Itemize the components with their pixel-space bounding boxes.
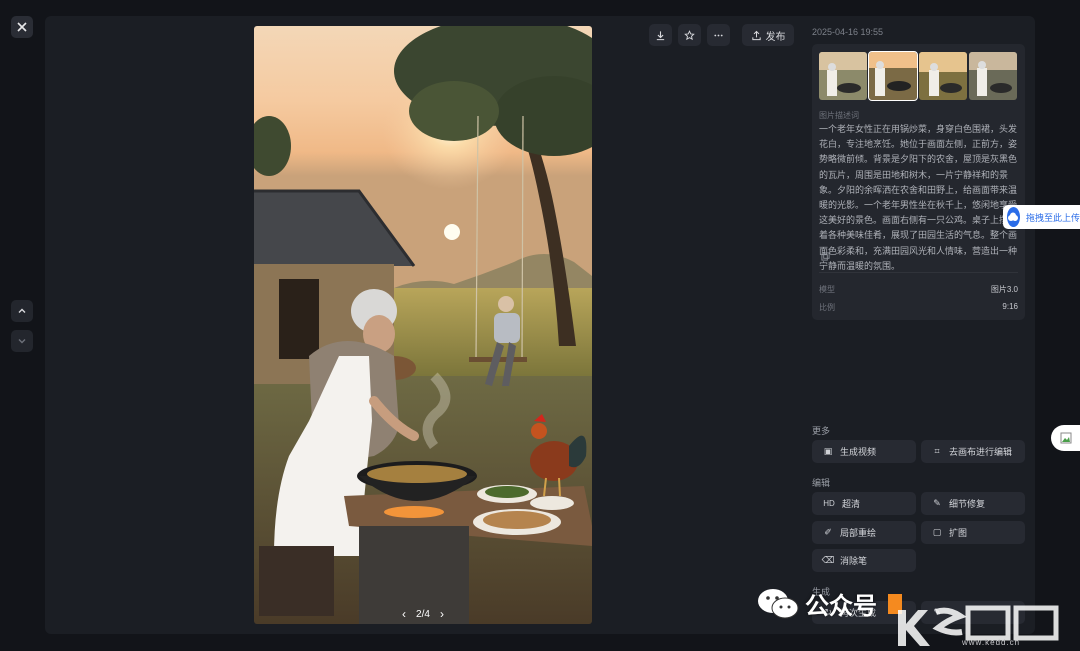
image-icon	[1060, 432, 1071, 444]
ratio-row: 比例 9:16	[819, 302, 1018, 313]
model-value: 图片3.0	[990, 285, 1018, 294]
thumbnail-3[interactable]	[919, 52, 967, 100]
video-icon: ▣	[823, 446, 833, 456]
partial-redraw-label: 局部重绘	[840, 528, 877, 538]
timestamp: 2025-04-16 19:55	[812, 27, 884, 37]
hd-label: 超清	[842, 499, 861, 509]
more-options-button[interactable]	[707, 24, 730, 46]
generated-image[interactable]: ‹ 2/4 ›	[254, 26, 592, 624]
model-label: 模型	[819, 285, 835, 294]
description-label: 图片描述词	[819, 111, 859, 120]
ratio-label: 比例	[819, 303, 835, 312]
download-icon	[656, 30, 665, 40]
close-icon	[17, 22, 27, 32]
next-image-button[interactable]	[11, 330, 33, 352]
generate-video-label: 生成视频	[840, 447, 877, 457]
drag-upload-widget[interactable]: 拖拽至此上传	[1003, 205, 1080, 229]
canvas-icon: ⌗	[934, 446, 940, 456]
page-counter: 2/4	[416, 608, 430, 620]
wechat-watermark: 公众号	[757, 586, 877, 621]
brush-icon: ✐	[824, 527, 832, 537]
divider	[819, 272, 1018, 273]
previous-image-button[interactable]	[11, 300, 33, 322]
expand-icon: ▢	[932, 527, 942, 537]
chevron-up-icon	[18, 308, 26, 313]
model-row: 模型 图片3.0	[819, 284, 1018, 295]
expand-button[interactable]: ▢ 扩图	[921, 521, 1025, 544]
image-counter: ‹ 2/4 ›	[254, 607, 592, 621]
publish-button[interactable]: 发布	[742, 24, 794, 46]
expand-label: 扩图	[949, 528, 968, 538]
thumbnail-1[interactable]	[819, 52, 867, 100]
site-url: www.kedd.cn	[962, 638, 1021, 647]
section-more: 更多	[812, 426, 831, 436]
thumbnail-2[interactable]	[868, 51, 918, 101]
ratio-value: 9:16	[1002, 302, 1018, 311]
upload-icon	[751, 30, 761, 40]
publish-label: 发布	[765, 31, 786, 43]
more-icon	[714, 34, 723, 36]
hd-button[interactable]: HD 超清	[812, 492, 916, 515]
generate-video-button[interactable]: ▣ 生成视频	[812, 440, 916, 463]
chevron-down-icon	[18, 339, 26, 344]
eraser-label: 消除笔	[840, 556, 868, 566]
side-widget[interactable]	[1051, 425, 1080, 451]
thumbnail-4[interactable]	[969, 52, 1017, 100]
section-edit: 编辑	[812, 478, 831, 488]
partial-redraw-button[interactable]: ✐ 局部重绘	[812, 521, 916, 544]
info-card: 图片描述词 一个老年女性正在用锅炒菜，身穿白色围裙，头发花白，专注地烹饪。她位于…	[812, 44, 1025, 320]
wechat-icon	[758, 588, 799, 618]
watermark-text: 公众号	[805, 593, 877, 620]
chevron-left-icon[interactable]: ‹	[402, 607, 406, 621]
star-icon	[684, 29, 695, 40]
eraser-icon: ⌫	[821, 555, 835, 565]
copy-icon[interactable]	[821, 252, 830, 261]
magic-wand-icon: ✎	[933, 498, 941, 508]
favorite-button[interactable]	[678, 24, 701, 46]
detail-fix-button[interactable]: ✎ 细节修复	[921, 492, 1025, 515]
eraser-button[interactable]: ⌫ 消除笔	[812, 549, 916, 572]
canvas-edit-label: 去画布进行编辑	[949, 447, 1013, 457]
canvas-edit-button[interactable]: ⌗ 去画布进行编辑	[921, 440, 1025, 463]
close-button[interactable]	[11, 16, 33, 38]
description-text: 一个老年女性正在用锅炒菜，身穿白色围裙，头发花白，专注地烹饪。她位于画面左侧，正…	[819, 124, 1018, 271]
cloud-icon	[1007, 207, 1020, 227]
detail-fix-label: 细节修复	[949, 499, 986, 509]
thumbnail-strip	[819, 51, 1017, 101]
image-scene	[254, 26, 592, 624]
drag-hint-label: 拖拽至此上传	[1025, 212, 1080, 223]
hd-icon: HD	[823, 499, 835, 508]
chevron-right-icon[interactable]: ›	[440, 607, 444, 621]
download-button[interactable]	[649, 24, 672, 46]
